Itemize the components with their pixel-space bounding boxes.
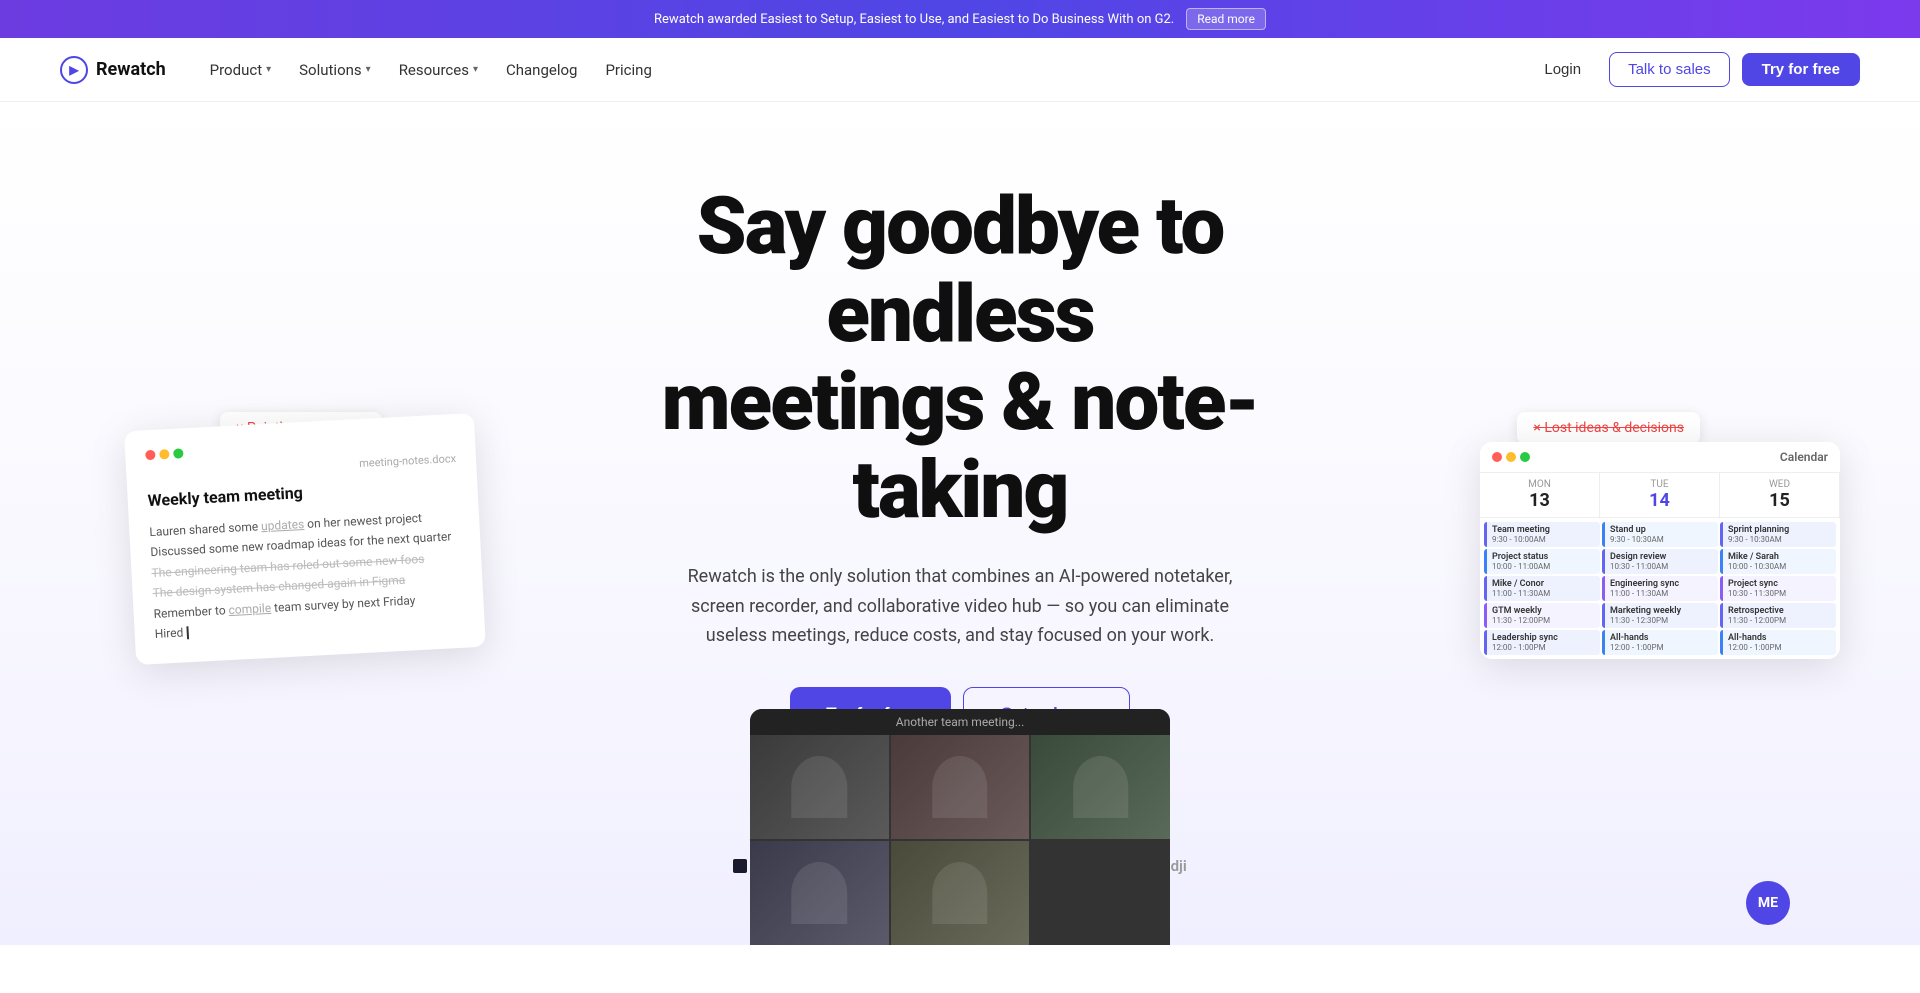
- video-grid: Another team meeting...: [750, 709, 1170, 945]
- hero-section: Say goodbye to endless meetings & note-t…: [0, 102, 1920, 945]
- calendar-days-header: MON 13 TUE 14 WED 15: [1480, 473, 1840, 518]
- strike-badge-lost-ideas: Lost ideas & decisions: [1517, 412, 1700, 444]
- talk-to-sales-button[interactable]: Talk to sales: [1609, 52, 1730, 87]
- strike-badge-pointless-meetings: Pointless meetings: [220, 412, 382, 444]
- window-dots: [145, 434, 455, 460]
- trusted-text: Trusted by the world's most productive b…: [670, 791, 1250, 821]
- nav-item-pricing[interactable]: Pricing: [593, 53, 663, 87]
- cal-event: Stand up9:30 - 10:30AM: [1602, 522, 1718, 547]
- navbar: ▶ Rewatch Product ▾ Solutions ▾ Resource…: [0, 38, 1920, 102]
- logo[interactable]: ▶ Rewatch: [60, 56, 166, 84]
- announcement-cta[interactable]: Read more: [1186, 8, 1266, 30]
- nav-link-pricing[interactable]: Pricing: [593, 53, 663, 87]
- video-thumb-3: [1031, 735, 1170, 839]
- cal-event: Project status10:00 - 11:00AM: [1484, 549, 1600, 574]
- calendar-col-3: Sprint planning9:30 - 10:30AM Mike / Sar…: [1720, 522, 1836, 655]
- cal-event: Mike / Conor11:00 - 11:30AM: [1484, 576, 1600, 601]
- brand-logo-envoy: Envoy: [822, 857, 884, 875]
- strike-badge-horrible-notes: Horrible notes: [200, 462, 331, 494]
- cal-event: Project sync10:30 - 11:30PM: [1720, 576, 1836, 601]
- cal-event: Leadership sync12:00 - 1:00PM: [1484, 630, 1600, 655]
- cal-event: Design review10:30 - 11:00AM: [1602, 549, 1718, 574]
- logo-text: Rewatch: [96, 59, 166, 80]
- brand-logo-brex: Brex: [733, 857, 785, 875]
- logo-icon: ▶: [60, 56, 88, 84]
- window-dot-yellow: [159, 449, 170, 460]
- login-button[interactable]: Login: [1528, 53, 1597, 86]
- cal-event: Engineering sync11:00 - 11:30AM: [1602, 576, 1718, 601]
- window-dot-red: [145, 450, 156, 461]
- cal-event: All-hands12:00 - 1:00PM: [1720, 630, 1836, 655]
- notes-title: Weekly team meeting: [147, 475, 458, 510]
- nav-link-product[interactable]: Product ▾: [198, 53, 283, 87]
- hero-get-demo-button[interactable]: Get a demo: [963, 687, 1130, 741]
- calendar-col-2: Stand up9:30 - 10:30AM Design review10:3…: [1602, 522, 1718, 655]
- calendar-col-1: Team meeting9:30 - 10:00AM Project statu…: [1484, 522, 1600, 655]
- nav-link-changelog[interactable]: Changelog: [494, 53, 589, 87]
- video-thumbnails: [750, 735, 1170, 945]
- announcement-text: Rewatch awarded Easiest to Setup, Easies…: [654, 12, 1174, 27]
- nav-item-changelog[interactable]: Changelog: [494, 53, 589, 87]
- notes-file-name: meeting-notes.docx: [146, 452, 456, 481]
- hero-description: Rewatch is the only solution that combin…: [670, 562, 1250, 651]
- nav-link-resources[interactable]: Resources ▾: [387, 53, 490, 87]
- cal-event: All-hands12:00 - 1:00PM: [1602, 630, 1718, 655]
- cal-event: Sprint planning9:30 - 10:30AM: [1720, 522, 1836, 547]
- logos-row: Brex Envoy Vercel Linear kandji: [20, 857, 1900, 875]
- calendar-header: Calendar: [1480, 442, 1840, 473]
- calendar-window-dots: [1492, 452, 1530, 462]
- cal-day-tue: TUE 14: [1600, 473, 1720, 517]
- calendar-card: Calendar MON 13 TUE 14 WED 15 Team meet: [1480, 442, 1840, 659]
- strike-badge-fractured-tools: Fractured tools: [1543, 462, 1680, 494]
- calendar-events: Team meeting9:30 - 10:00AM Project statu…: [1480, 518, 1840, 659]
- calendar-dot-green: [1520, 452, 1530, 462]
- try-for-free-button[interactable]: Try for free: [1742, 53, 1860, 86]
- calendar-dot-red: [1492, 452, 1502, 462]
- cal-day-wed: WED 15: [1720, 473, 1840, 517]
- avatar-bubble: ME: [1746, 881, 1790, 925]
- cal-event: Retrospective11:30 - 12:00PM: [1720, 603, 1836, 628]
- nav-links: Product ▾ Solutions ▾ Resources ▾ Change…: [198, 53, 664, 87]
- video-thumb-1: [750, 735, 889, 839]
- nav-item-solutions[interactable]: Solutions ▾: [287, 53, 383, 87]
- hero-try-for-free-button[interactable]: Try for free: [790, 687, 951, 741]
- calendar-title: Calendar: [1780, 450, 1828, 464]
- hero-headline: Say goodbye to endless meetings & note-t…: [570, 182, 1350, 534]
- nav-link-solutions[interactable]: Solutions ▾: [287, 53, 383, 87]
- window-dot-green: [173, 448, 184, 459]
- chevron-down-icon: ▾: [266, 64, 271, 75]
- nav-item-product[interactable]: Product ▾: [198, 53, 283, 87]
- brand-logo-linear: Linear: [1022, 857, 1088, 875]
- chevron-down-icon: ▾: [366, 64, 371, 75]
- notes-content: Lauren shared some updates on her newest…: [149, 506, 465, 644]
- calendar-dot-yellow: [1506, 452, 1516, 462]
- nav-right: Login Talk to sales Try for free: [1528, 52, 1860, 87]
- brand-logo-kandji: kandji: [1124, 857, 1187, 875]
- cal-event: Team meeting9:30 - 10:00AM: [1484, 522, 1600, 547]
- chevron-down-icon: ▾: [473, 64, 478, 75]
- announcement-bar: Rewatch awarded Easiest to Setup, Easies…: [0, 0, 1920, 38]
- video-thumb-2: [891, 735, 1030, 839]
- nav-item-resources[interactable]: Resources ▾: [387, 53, 490, 87]
- notes-card: meeting-notes.docx Weekly team meeting L…: [124, 413, 486, 665]
- cal-day-mon: MON 13: [1480, 473, 1600, 517]
- nav-left: ▶ Rewatch Product ▾ Solutions ▾ Resource…: [60, 53, 664, 87]
- cal-event: GTM weekly11:30 - 12:00PM: [1484, 603, 1600, 628]
- cal-event: Mike / Sarah10:00 - 10:30AM: [1720, 549, 1836, 574]
- cal-event: Marketing weekly11:30 - 12:30PM: [1602, 603, 1718, 628]
- hero-buttons: Try for free Get a demo: [20, 687, 1900, 741]
- brand-logo-vercel: Vercel: [920, 857, 987, 875]
